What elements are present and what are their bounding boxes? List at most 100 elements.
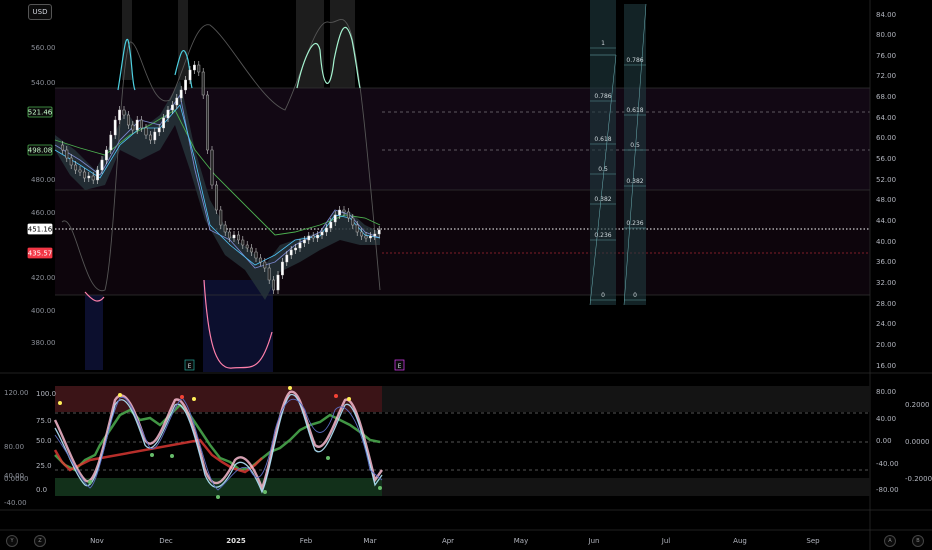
osc-signal-dot — [192, 397, 196, 401]
candle-body — [118, 109, 122, 121]
price-axis-label: 16.00 — [876, 362, 896, 370]
candle-body — [65, 149, 69, 159]
candle-body — [96, 169, 100, 181]
osc-zone-future — [382, 386, 870, 412]
currency-button[interactable]: USD — [28, 4, 52, 20]
candle-body — [236, 234, 240, 241]
candle-body — [333, 214, 337, 223]
candle-body — [241, 239, 245, 246]
price-axis-label: 420.00 — [31, 274, 56, 282]
fib-level-label: 0.618 — [594, 136, 611, 143]
price-tag: 521.46 — [27, 106, 53, 118]
candle-body — [144, 127, 148, 136]
candle-body — [320, 231, 324, 236]
price-axis-label: 460.00 — [31, 209, 56, 217]
price-axis-label: 400.00 — [31, 307, 56, 315]
candle-body — [100, 159, 104, 171]
osc-level-label: 75.0 — [36, 417, 52, 425]
price-axis-label: 480.00 — [31, 176, 56, 184]
candle-body — [82, 171, 86, 179]
candle-body — [259, 257, 262, 263]
candle-body — [74, 164, 78, 171]
candle-body — [254, 251, 258, 259]
osc-signal-dot — [150, 453, 154, 457]
candle-body — [267, 267, 271, 281]
candle-body — [104, 149, 108, 161]
zoom-button[interactable]: Z — [34, 535, 46, 547]
price-axis-right[interactable]: 84.00 80.00 76.00 72.00 68.00 64.00 60.00 56.00… — [876, 11, 896, 370]
osc-signal-dot — [378, 486, 382, 490]
candle-body — [162, 117, 165, 129]
fib-level-label: 0.236 — [626, 220, 643, 227]
candle-body — [91, 175, 95, 181]
auto-scale-button[interactable]: A — [884, 535, 896, 547]
candle-body — [113, 119, 117, 136]
osc-axis-right[interactable]: 0.2000 0.0000 -0.2000 — [905, 401, 932, 483]
osc-signal-dot — [326, 456, 330, 460]
time-axis[interactable]: Nov Dec 2025 Feb Mar Apr May Jun Jul Aug Sep — [90, 537, 820, 545]
fib-level-label: 0.618 — [626, 107, 643, 114]
price-axis-left[interactable]: 560.00 540.00 480.00 460.00 420.00 400.00 380.… — [31, 44, 56, 347]
osc-signal-dot — [170, 454, 174, 458]
time-axis-label: May — [514, 537, 528, 545]
candle-body — [373, 233, 377, 237]
candle-body — [122, 109, 126, 116]
candle-body — [219, 209, 223, 226]
candle-body — [197, 64, 201, 73]
candle-body — [355, 224, 359, 233]
candle-body — [272, 279, 275, 291]
fib-level-label: 0.382 — [594, 196, 611, 203]
price-tag-value: 498.08 — [28, 147, 53, 155]
osc-axis-mid[interactable]: 80.00 40.00 0.00 -40.00 -80.00 — [876, 388, 899, 494]
time-axis-label: 2025 — [226, 537, 246, 545]
candle-body — [126, 114, 130, 126]
chart-canvas[interactable]: 1 0.786 0.618 0.5 0.382 0.236 0 0.786 0.618 0.5 0… — [0, 0, 932, 550]
candle-body — [245, 244, 249, 249]
fib-level-label: 0.786 — [626, 57, 643, 64]
earnings-marker[interactable]: E — [394, 359, 405, 371]
candle-body — [210, 149, 214, 186]
candle-body — [276, 274, 280, 291]
candle-body — [228, 231, 231, 239]
candle-body — [364, 235, 368, 239]
price-axis-label: 60.00 — [876, 134, 896, 142]
osc-axis-label: -40.00 — [876, 460, 899, 468]
fib-level-label: 0 — [633, 292, 637, 299]
time-axis-label: Apr — [442, 537, 454, 545]
time-axis-label: Mar — [363, 537, 376, 545]
support-zone — [55, 190, 870, 295]
osc-signal-dot — [88, 480, 92, 484]
osc-axis-left[interactable]: 120.0080.0040.000.0000-40.00 — [4, 389, 29, 507]
price-axis-label: 44.00 — [876, 217, 896, 225]
svg-text:E: E — [398, 363, 402, 370]
candle-body — [153, 131, 157, 141]
price-axis-label: 540.00 — [31, 79, 56, 87]
price-axis-label: 560.00 — [31, 44, 56, 52]
price-tag: 435.57 — [27, 247, 53, 259]
log-scale-button[interactable]: B — [912, 535, 924, 547]
candle-body — [157, 127, 161, 133]
price-axis-label: 76.00 — [876, 52, 896, 60]
candle-body — [377, 229, 381, 235]
time-axis-label: Feb — [300, 537, 313, 545]
candle-body — [170, 104, 174, 111]
osc-signal-dot — [288, 386, 292, 390]
time-axis-label: Dec — [159, 537, 173, 545]
candle-body — [369, 235, 372, 239]
fib-box-right[interactable] — [623, 3, 647, 306]
time-axis-label: Jul — [661, 537, 671, 545]
candle-body — [188, 69, 192, 81]
candle-body — [351, 217, 355, 226]
time-axis-label: Aug — [733, 537, 747, 545]
candle-body — [281, 261, 284, 276]
candle-body — [206, 94, 209, 151]
price-axis-label: 72.00 — [876, 72, 896, 80]
price-axis-label: 64.00 — [876, 114, 896, 122]
candle-body — [289, 249, 293, 256]
earnings-marker[interactable]: E — [184, 359, 195, 371]
candle-body — [78, 169, 82, 173]
price-axis-label: 24.00 — [876, 320, 896, 328]
goto-button[interactable]: Y — [6, 535, 18, 547]
price-axis-label: 40.00 — [876, 238, 896, 246]
price-axis-label: 52.00 — [876, 176, 896, 184]
